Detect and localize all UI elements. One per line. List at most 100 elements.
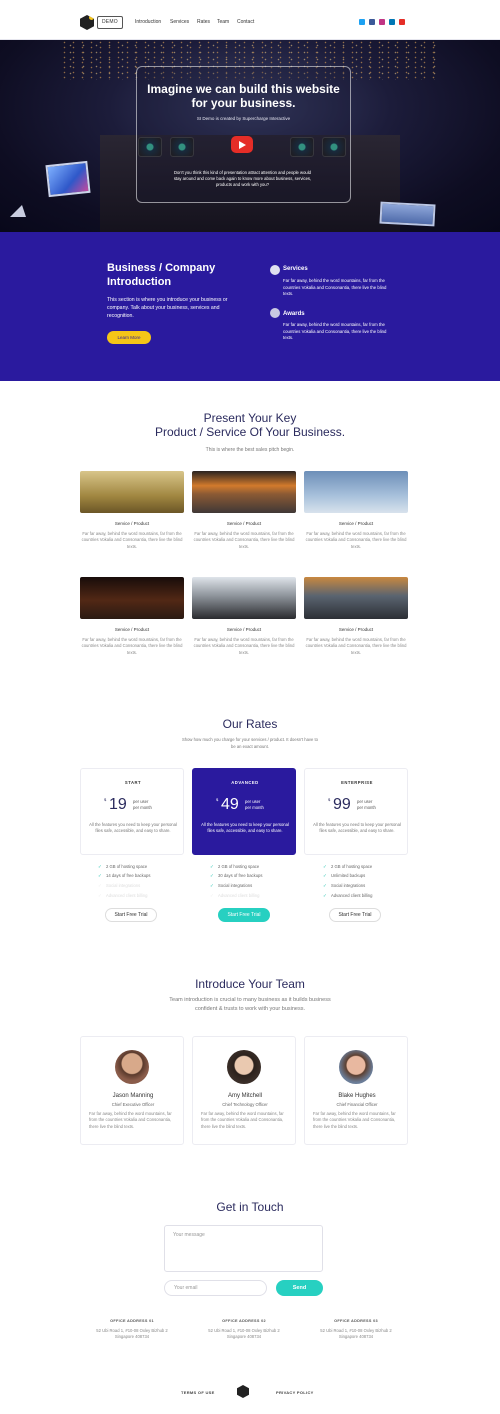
check-icon: ✓: [210, 893, 214, 898]
team-member-text: Far far away, behind the word mountains,…: [313, 1111, 396, 1129]
service-text: Far far away, behind the word mountains,…: [81, 531, 183, 549]
rates-title: Our Rates: [222, 717, 278, 731]
rate-feature: Advanced client billing: [331, 893, 373, 898]
service-label: Service / Product: [114, 627, 150, 632]
email-field[interactable]: Your email: [164, 1280, 267, 1296]
rate-price: 49: [221, 796, 239, 813]
rate-feature: 30 days of free backups: [218, 873, 263, 878]
office-address-line: Singapore 408734: [114, 1334, 150, 1339]
rate-feature: Unlimited backups: [331, 873, 366, 878]
office-address-line: Singapore 408734: [338, 1334, 374, 1339]
nav-team[interactable]: Team: [217, 19, 229, 25]
service-label: Service / Product: [338, 521, 374, 526]
rate-tier: ENTERPRISE: [341, 780, 373, 785]
service-image: [80, 577, 184, 619]
rate-description: All the features you need to keep your p…: [201, 822, 289, 834]
rate-description: All the features you need to keep your p…: [313, 822, 401, 834]
send-button[interactable]: Send: [276, 1280, 323, 1296]
rate-price: 99: [333, 796, 351, 813]
team-title: Introduce Your Team: [195, 977, 305, 991]
youtube-icon[interactable]: [399, 19, 405, 25]
team-subtitle-line2: confident & trusts to work with your bus…: [194, 1006, 306, 1012]
start-trial-button[interactable]: Start Free Trial: [105, 908, 157, 922]
nav-rates[interactable]: Rates: [197, 19, 210, 25]
twitter-icon[interactable]: [359, 19, 365, 25]
services-title-line1: Present Your Key: [203, 411, 297, 425]
hero-title: Imagine we can build this website for yo…: [147, 82, 340, 110]
service-text: Far far away, behind the word mountains,…: [193, 637, 295, 655]
team-member-role: Chief Financial Officer: [336, 1102, 378, 1107]
facebook-icon[interactable]: [369, 19, 375, 25]
learn-more-button[interactable]: Learn More: [107, 331, 151, 344]
terms-of-use-link[interactable]: TERMS OF USE: [181, 1390, 215, 1395]
service-text: Far far away, behind the word mountains,…: [193, 531, 295, 549]
rate-description: All the features you need to keep your p…: [89, 822, 177, 834]
rate-feature: Social integrations: [218, 883, 253, 888]
service-label: Service / Product: [114, 521, 150, 526]
check-icon: ✓: [323, 883, 327, 888]
service-text: Far far away, behind the word mountains,…: [305, 531, 407, 549]
check-icon: ✓: [323, 864, 327, 869]
footer-logo-icon[interactable]: [237, 1385, 249, 1398]
office-title: OFFICE ADDRESS 03: [334, 1319, 378, 1323]
about-services-heading: Services: [283, 266, 308, 272]
avatar: [227, 1050, 261, 1084]
service-image: [304, 471, 408, 513]
rate-feature: Advanced client billing: [106, 893, 148, 898]
check-icon: ✓: [98, 864, 102, 869]
check-icon: ✓: [323, 873, 327, 878]
logo-badge[interactable]: DEMO: [97, 16, 123, 29]
nav-contact[interactable]: Contact: [237, 19, 254, 25]
currency-symbol: $: [328, 797, 331, 802]
office-address-line: Singapore 408734: [226, 1334, 262, 1339]
team-member-role: Chief Executive Officer: [111, 1102, 155, 1107]
rate-feature: Social integrations: [106, 883, 141, 888]
instagram-icon[interactable]: [379, 19, 385, 25]
rate-price: 19: [109, 796, 127, 813]
currency-symbol: $: [216, 797, 219, 802]
about-services-text: Far far away, behind the word mountains,…: [283, 278, 387, 296]
nav-services[interactable]: Services: [170, 19, 189, 25]
privacy-policy-link[interactable]: PRIVACY POLICY: [276, 1390, 314, 1395]
start-trial-button[interactable]: Start Free Trial: [218, 908, 270, 922]
team-card: Blake Hughes Chief Financial Officer Far…: [304, 1036, 408, 1145]
video-play-button[interactable]: [231, 136, 253, 153]
hero-subtitle: SI Demo is created by Supercharge Intera…: [196, 116, 291, 121]
rate-card-advanced: ADVANCED $ 49 per user per month All the…: [192, 768, 296, 855]
logo-icon[interactable]: [80, 15, 94, 30]
service-label: Service / Product: [226, 521, 262, 526]
rate-feature: 2 GB of hosting space: [106, 864, 148, 869]
services-title-line2: Product / Service Of Your Business.: [154, 425, 346, 439]
rate-feature: 2 GB of hosting space: [331, 864, 373, 869]
start-trial-button[interactable]: Start Free Trial: [329, 908, 381, 922]
check-icon: ✓: [323, 893, 327, 898]
rate-period: per month: [133, 805, 152, 810]
service-label: Service / Product: [226, 627, 262, 632]
team-member-name: Blake Hughes: [338, 1093, 376, 1099]
hero-floating-screen-right: [379, 201, 436, 227]
team-member-name: Jason Manning: [112, 1093, 154, 1099]
team-card: Jason Manning Chief Executive Officer Fa…: [80, 1036, 184, 1145]
team-member-role: Chief Technology Officer: [222, 1102, 268, 1107]
about-section: [0, 232, 500, 381]
site-header: DEMO Introduction Services Rates Team Co…: [0, 0, 500, 40]
message-field[interactable]: Your message: [164, 1225, 323, 1272]
rates-subtitle: Show how much you charge for your servic…: [181, 737, 319, 749]
avatar: [339, 1050, 373, 1084]
office-title: OFFICE ADDRESS 02: [222, 1319, 266, 1323]
hero-floating-screen-left: [45, 160, 91, 198]
about-body: This section is where you introduce your…: [107, 297, 228, 319]
service-image: [304, 577, 408, 619]
team-subtitle-line1: Team introduction is crucial to many bus…: [169, 997, 331, 1003]
rate-card-enterprise: ENTERPRISE $ 99 per user per month All t…: [304, 768, 408, 855]
rate-feature: Social integrations: [331, 883, 366, 888]
rate-feature: Advanced client billing: [218, 893, 260, 898]
check-icon: ✓: [210, 864, 214, 869]
check-icon: ✓: [98, 893, 102, 898]
check-icon: ✓: [98, 873, 102, 878]
nav-introduction[interactable]: Introduction: [135, 19, 161, 25]
rate-feature: 2 GB of hosting space: [218, 864, 260, 869]
service-image: [80, 471, 184, 513]
linkedin-icon[interactable]: [389, 19, 395, 25]
team-member-name: Amy Mitchell: [227, 1093, 262, 1099]
